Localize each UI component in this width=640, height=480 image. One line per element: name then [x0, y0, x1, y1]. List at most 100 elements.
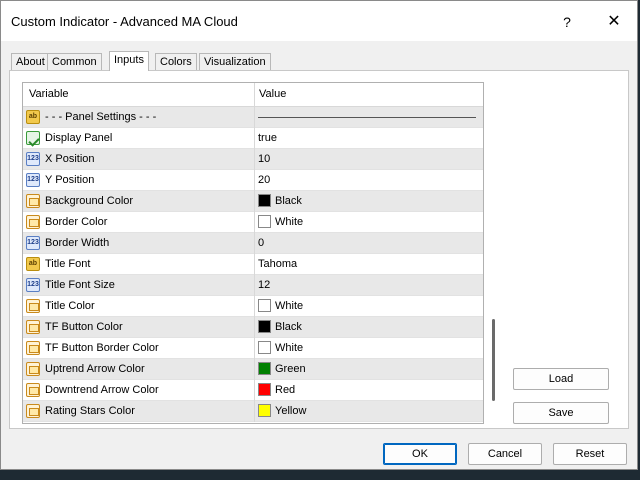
variable-value[interactable]: Red	[275, 384, 295, 396]
variable-name: Border Color	[45, 216, 108, 228]
grid-row[interactable]: TF Button Border Color White	[23, 338, 483, 359]
variable-name: Rating Stars Color	[45, 405, 135, 417]
color-swatch[interactable]	[258, 383, 271, 396]
column-separator	[254, 128, 255, 149]
separator-value-line	[258, 117, 476, 118]
variable-value[interactable]: true	[258, 132, 277, 144]
number-type-icon: 123	[26, 236, 40, 250]
variable-name: Title Color	[45, 300, 95, 312]
tab-inputs[interactable]: Inputs	[109, 51, 149, 71]
help-button[interactable]: ?	[553, 9, 581, 35]
grid-row[interactable]: Background Color Black	[23, 191, 483, 212]
color-swatch[interactable]	[258, 341, 271, 354]
color-type-icon	[26, 383, 40, 397]
column-separator	[254, 233, 255, 254]
custom-indicator-dialog: Custom Indicator - Advanced MA Cloud ? ✕…	[0, 0, 638, 470]
variable-name: Title Font Size	[45, 279, 115, 291]
color-swatch[interactable]	[258, 320, 271, 333]
grid-row[interactable]: 123 X Position 10	[23, 149, 483, 170]
grid-row[interactable]: TF Button Color Black	[23, 317, 483, 338]
load-button[interactable]: Load	[513, 368, 609, 390]
grid-row[interactable]: Downtrend Arrow Color Red	[23, 380, 483, 401]
color-swatch[interactable]	[258, 404, 271, 417]
variable-name: TF Button Border Color	[45, 342, 159, 354]
variable-name: TF Button Color	[45, 321, 123, 333]
grid-row[interactable]: 123 Title Font Size 12	[23, 275, 483, 296]
text-type-icon: ab	[26, 110, 40, 124]
column-separator	[254, 149, 255, 170]
variable-value[interactable]: 12	[258, 279, 270, 291]
grid-row[interactable]: Rating Stars Color Yellow	[23, 401, 483, 422]
variable-name: Border Width	[45, 237, 110, 249]
column-separator	[254, 107, 255, 128]
header-variable[interactable]: Variable	[29, 88, 69, 100]
grid-row[interactable]: ab Title Font Tahoma	[23, 254, 483, 275]
color-type-icon	[26, 215, 40, 229]
variable-value[interactable]: Tahoma	[258, 258, 297, 270]
number-type-icon: 123	[26, 278, 40, 292]
variable-name: Y Position	[45, 174, 95, 186]
window-title: Custom Indicator - Advanced MA Cloud	[11, 14, 238, 29]
variable-value[interactable]: 0	[258, 237, 264, 249]
boolean-type-icon	[26, 131, 40, 145]
tab-visualization[interactable]: Visualization	[199, 53, 271, 70]
variable-name: - - - Panel Settings - - -	[45, 111, 157, 123]
header-value[interactable]: Value	[259, 88, 286, 100]
grid-row[interactable]: Uptrend Arrow Color Green	[23, 359, 483, 380]
variable-name: Display Panel	[45, 132, 113, 144]
text-type-icon: ab	[26, 257, 40, 271]
column-separator	[254, 317, 255, 338]
color-type-icon	[26, 341, 40, 355]
reset-button[interactable]: Reset	[553, 443, 627, 465]
variable-value[interactable]: White	[275, 216, 303, 228]
color-swatch[interactable]	[258, 299, 271, 312]
number-type-icon: 123	[26, 173, 40, 187]
save-button[interactable]: Save	[513, 402, 609, 424]
variable-name: Background Color	[45, 195, 134, 207]
color-type-icon	[26, 362, 40, 376]
color-type-icon	[26, 299, 40, 313]
tab-common[interactable]: Common	[47, 53, 102, 70]
grid-row[interactable]: ab - - - Panel Settings - - -	[23, 107, 483, 128]
column-separator	[254, 170, 255, 191]
ok-button[interactable]: OK	[383, 443, 457, 465]
inputs-grid: Variable Value ab - - - Panel Settings - …	[22, 82, 484, 424]
variable-value[interactable]: Black	[275, 321, 302, 333]
variable-value[interactable]: 10	[258, 153, 270, 165]
variable-value[interactable]: Yellow	[275, 405, 306, 417]
close-button[interactable]: ✕	[599, 9, 629, 35]
grid-row[interactable]: 123 Border Width 0	[23, 233, 483, 254]
color-swatch[interactable]	[258, 215, 271, 228]
tab-colors[interactable]: Colors	[155, 53, 197, 70]
color-type-icon	[26, 194, 40, 208]
grid-header: Variable Value	[23, 83, 483, 107]
number-type-icon: 123	[26, 152, 40, 166]
column-separator	[254, 254, 255, 275]
grid-row[interactable]: 123 Y Position 20	[23, 170, 483, 191]
variable-name: Title Font	[45, 258, 91, 270]
column-separator	[254, 380, 255, 401]
variable-value[interactable]: Green	[275, 363, 306, 375]
column-separator	[254, 296, 255, 317]
grid-row[interactable]: Display Panel true	[23, 128, 483, 149]
variable-value[interactable]: White	[275, 342, 303, 354]
variable-value[interactable]: 20	[258, 174, 270, 186]
column-separator	[254, 212, 255, 233]
column-separator	[254, 275, 255, 296]
header-separator[interactable]	[254, 83, 255, 107]
column-separator	[254, 191, 255, 212]
tab-about[interactable]: About	[11, 53, 50, 70]
variable-name: Uptrend Arrow Color	[45, 363, 145, 375]
color-type-icon	[26, 320, 40, 334]
color-swatch[interactable]	[258, 194, 271, 207]
grid-row[interactable]: Border Color White	[23, 212, 483, 233]
cancel-button[interactable]: Cancel	[468, 443, 542, 465]
grid-scrollbar-thumb[interactable]	[492, 319, 495, 401]
variable-value[interactable]: White	[275, 300, 303, 312]
color-swatch[interactable]	[258, 362, 271, 375]
variable-name: X Position	[45, 153, 95, 165]
variable-value[interactable]: Black	[275, 195, 302, 207]
title-bar[interactable]: Custom Indicator - Advanced MA Cloud ? ✕	[1, 1, 637, 41]
grid-row[interactable]: Title Color White	[23, 296, 483, 317]
column-separator	[254, 359, 255, 380]
